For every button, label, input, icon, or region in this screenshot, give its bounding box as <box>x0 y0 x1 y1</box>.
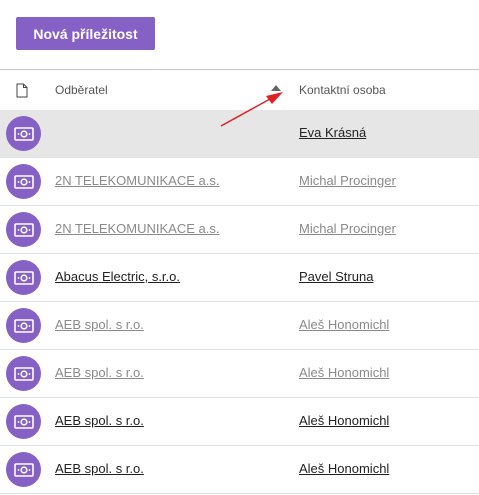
contact-link[interactable]: Aleš Honomichl <box>299 317 389 332</box>
customer-link[interactable]: AEB spol. s r.o. <box>55 461 144 476</box>
customer-link[interactable]: 2N TELEKOMUNIKACE a.s. <box>55 221 219 236</box>
opportunity-money-icon[interactable] <box>6 260 41 295</box>
contact-link[interactable]: Pavel Struna <box>299 269 373 284</box>
table-row[interactable]: 2N TELEKOMUNIKACE a.s. Michal Procinger <box>0 158 479 206</box>
opportunity-money-icon[interactable] <box>6 356 41 391</box>
opportunity-money-icon[interactable] <box>6 404 41 439</box>
column-header-contact[interactable]: Kontaktní osoba <box>299 83 386 97</box>
table-row[interactable]: AEB spol. s r.o. Aleš Honomichl <box>0 398 479 446</box>
table-row[interactable]: AEB spol. s r.o. Aleš Honomichl <box>0 350 479 398</box>
contact-link[interactable]: Michal Procinger <box>299 173 396 188</box>
table-row[interactable]: Eva Krásná <box>0 110 479 158</box>
contact-link[interactable]: Eva Krásná <box>299 125 366 140</box>
table-body: Eva Krásná 2N TELEKOMUNIKACE a.s. Michal P… <box>0 110 479 494</box>
table-row[interactable]: AEB spol. s r.o. Aleš Honomichl <box>0 446 479 494</box>
customer-link[interactable]: Abacus Electric, s.r.o. <box>55 269 180 284</box>
table-row[interactable]: Abacus Electric, s.r.o. Pavel Struna <box>0 254 479 302</box>
customer-link[interactable]: AEB spol. s r.o. <box>55 413 144 428</box>
contact-link[interactable]: Aleš Honomichl <box>299 365 389 380</box>
opportunity-money-icon[interactable] <box>6 452 41 487</box>
new-opportunity-button[interactable]: Nová příležitost <box>16 17 155 50</box>
contact-link[interactable]: Aleš Honomichl <box>299 413 389 428</box>
column-header-customer[interactable]: Odběratel <box>55 83 108 97</box>
table-row[interactable]: AEB spol. s r.o. Aleš Honomichl <box>0 302 479 350</box>
opportunity-money-icon[interactable] <box>6 164 41 199</box>
table-header: Odběratel Kontaktní osoba <box>0 70 479 111</box>
opportunity-money-icon[interactable] <box>6 308 41 343</box>
document-icon[interactable] <box>16 83 28 98</box>
customer-link[interactable]: 2N TELEKOMUNIKACE a.s. <box>55 173 219 188</box>
toolbar: Nová příležitost <box>0 0 479 70</box>
customer-link[interactable]: AEB spol. s r.o. <box>55 365 144 380</box>
opportunity-money-icon[interactable] <box>6 116 41 151</box>
opportunity-money-icon[interactable] <box>6 212 41 247</box>
customer-link[interactable]: AEB spol. s r.o. <box>55 317 144 332</box>
contact-link[interactable]: Michal Procinger <box>299 221 396 236</box>
contact-link[interactable]: Aleš Honomichl <box>299 461 389 476</box>
sort-ascending-icon[interactable] <box>271 85 281 91</box>
table-row[interactable]: 2N TELEKOMUNIKACE a.s. Michal Procinger <box>0 206 479 254</box>
